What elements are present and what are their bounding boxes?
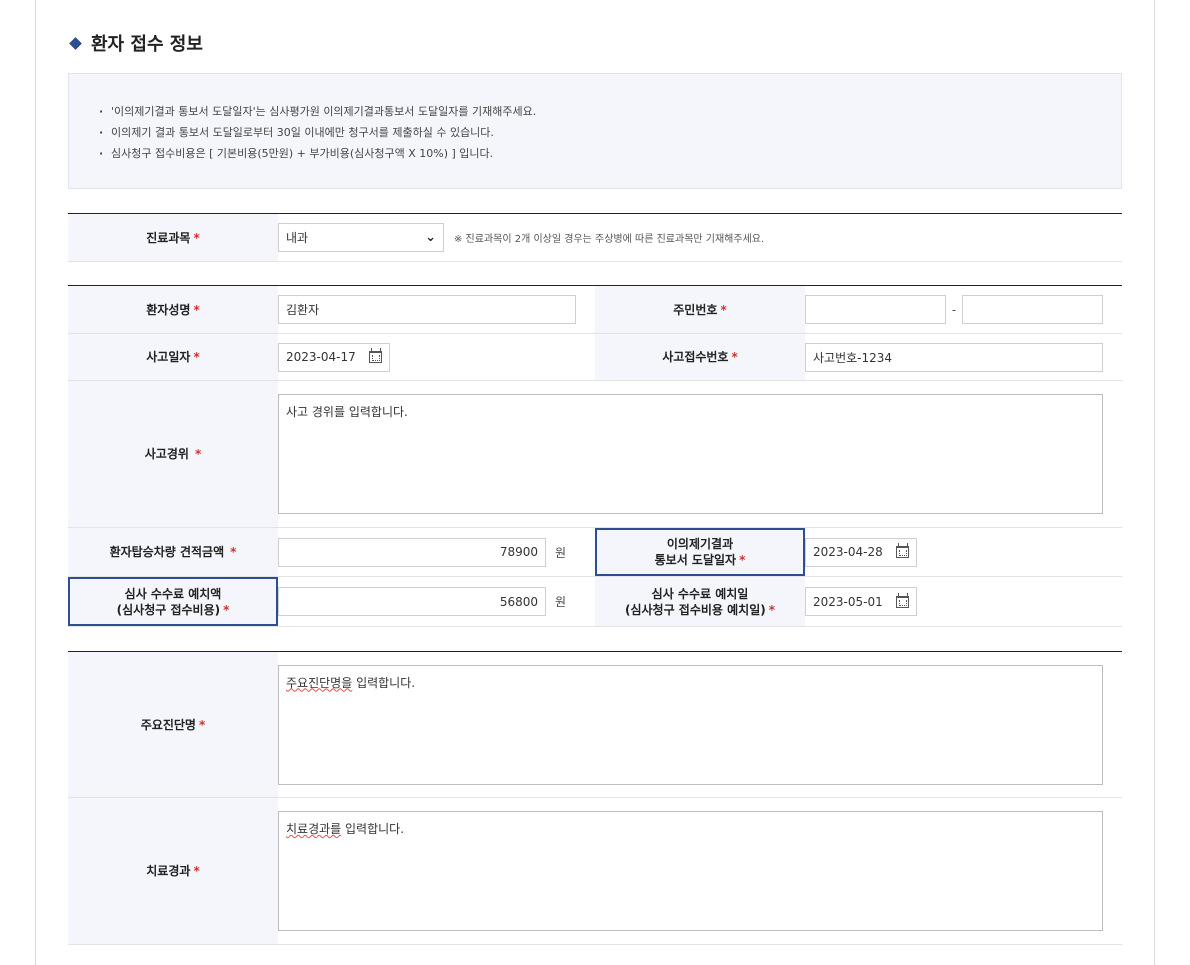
fee-amount-input[interactable]: 56800 xyxy=(278,587,546,616)
calendar-icon[interactable] xyxy=(369,348,382,363)
content-frame-right xyxy=(1154,0,1155,965)
objection-date-label: 이의제기결과 통보서 도달일자 * xyxy=(595,527,805,577)
accident-desc-label: 사고경위 * xyxy=(68,380,278,528)
section-title-text: 환자 접수 정보 xyxy=(91,34,203,55)
fee-date-label: 심사 수수료 예치일 (심사청구 접수비용 예치일) * xyxy=(595,576,805,627)
section-title: 환자 접수 정보 xyxy=(68,30,203,56)
vehicle-estimate-label: 환자탑승차량 견적금액 * xyxy=(68,527,278,577)
treatment-label: 치료경과 * xyxy=(68,797,278,945)
calendar-icon[interactable] xyxy=(896,592,909,608)
notice-item: 심사청구 접수비용은 [ 기본비용(5만원) + 부가비용(심사청구액 X 10… xyxy=(99,143,1121,164)
accident-date-input[interactable]: 2023-04-17 xyxy=(278,342,390,372)
rrn-label: 주민번호 * xyxy=(595,285,805,334)
main-diagnosis-textarea[interactable]: 주요진단명을 입력합니다. xyxy=(278,664,1103,785)
diamond-bullet-icon xyxy=(69,36,82,50)
diagnosis-table: 주요진단명 * 주요진단명을 입력합니다. 치료경과 * 치료경과를 입력합니다. xyxy=(68,651,1122,945)
accident-date-label: 사고일자 * xyxy=(68,333,278,381)
currency-unit: 원 xyxy=(555,545,567,560)
accident-no-input[interactable]: 사고번호-1234 xyxy=(805,342,1103,372)
calendar-icon[interactable] xyxy=(896,543,909,558)
rrn-separator: - xyxy=(951,302,957,317)
chevron-down-icon: ⌄ xyxy=(425,230,436,245)
accident-no-label: 사고접수번호 * xyxy=(595,333,805,381)
fee-date-input[interactable]: 2023-05-01 xyxy=(805,587,917,616)
rrn-back-input[interactable] xyxy=(962,295,1103,324)
patient-name-input[interactable]: 김환자 xyxy=(278,295,576,324)
patient-name-label: 환자성명 * xyxy=(68,285,278,334)
main-diagnosis-label: 주요진단명 * xyxy=(68,651,278,798)
department-table: 진료과목 * 내과 ⌄ ※ 진료과목이 2개 이상일 경우는 주상병에 따른 진료… xyxy=(68,213,1122,262)
accident-desc-textarea[interactable]: 사고 경위를 입력합니다. xyxy=(278,394,1103,514)
department-selected-value: 내과 xyxy=(286,231,309,245)
objection-date-input[interactable]: 2023-04-28 xyxy=(805,537,917,567)
content-frame-left xyxy=(35,0,36,965)
fee-amount-label: 심사 수수료 예치액 (심사청구 접수비용) * xyxy=(68,576,278,627)
department-select[interactable]: 내과 ⌄ xyxy=(278,223,444,252)
patient-table: 환자성명 * 김환자 주민번호 * - 사고일자 * 2023-04-17 사고접수번… xyxy=(68,285,1122,627)
vehicle-estimate-input[interactable]: 78900 xyxy=(278,537,546,567)
notice-item: '이의제기결과 통보서 도달일자'는 심사평가원 이의제기결과통보서 도달일자를… xyxy=(99,101,1121,122)
notice-box: '이의제기결과 통보서 도달일자'는 심사평가원 이의제기결과통보서 도달일자를… xyxy=(68,73,1122,189)
department-label: 진료과목 * xyxy=(68,213,278,262)
rrn-front-input[interactable] xyxy=(805,295,946,324)
treatment-textarea[interactable]: 치료경과를 입력합니다. xyxy=(278,811,1103,931)
notice-item: 이의제기 결과 통보서 도달일로부터 30일 이내에만 청구서를 제출하실 수 … xyxy=(99,122,1121,143)
department-hint: ※ 진료과목이 2개 이상일 경우는 주상병에 따른 진료과목만 기재해주세요. xyxy=(454,234,765,245)
currency-unit: 원 xyxy=(555,595,567,609)
